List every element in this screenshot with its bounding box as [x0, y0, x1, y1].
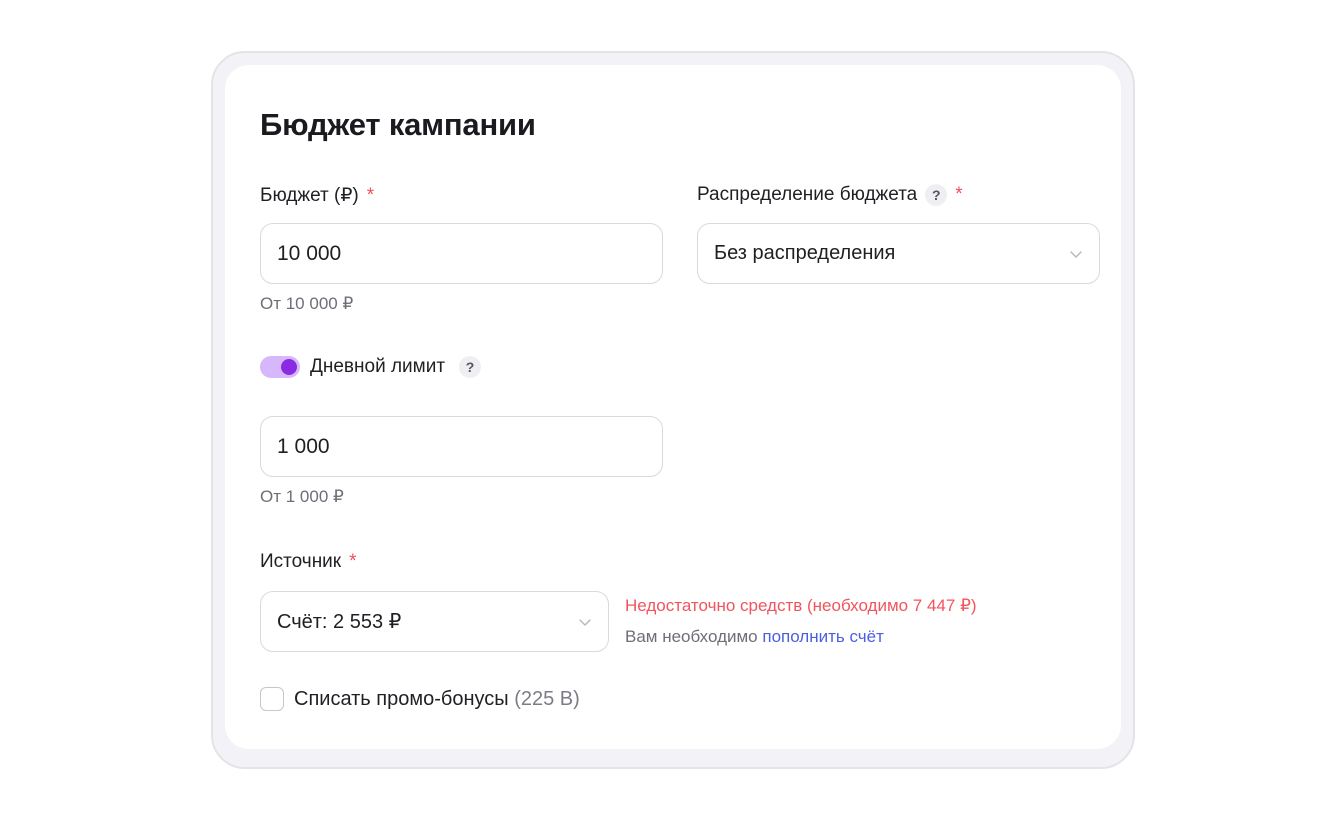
- daily-limit-row: Дневной лимит ?: [260, 356, 482, 378]
- daily-limit-input[interactable]: 1 000: [260, 416, 663, 477]
- question-icon[interactable]: ?: [459, 356, 482, 378]
- distribution-label: Распределение бюджета: [697, 184, 918, 205]
- daily-limit-hint: От 1 000 ₽: [260, 487, 344, 506]
- budget-card: Бюджет кампании Бюджет (₽) * 10 000 От 1…: [225, 65, 1121, 749]
- distribution-label-row: Распределение бюджета ? *: [697, 184, 963, 206]
- distribution-select[interactable]: Без распределения: [697, 223, 1100, 284]
- budget-card-frame: Бюджет кампании Бюджет (₽) * 10 000 От 1…: [211, 51, 1135, 769]
- budget-label: Бюджет (₽): [260, 185, 359, 206]
- daily-limit-toggle[interactable]: [260, 356, 300, 378]
- promo-row: Списать промо-бонусы (225 В): [260, 687, 580, 711]
- source-info-text: Вам необходимо: [625, 627, 758, 646]
- required-mark: *: [349, 551, 357, 572]
- source-selected: Счёт: 2 553 ₽: [277, 611, 402, 633]
- chevron-down-icon: [579, 618, 591, 626]
- promo-amount: (225 В): [514, 687, 580, 710]
- chevron-down-icon: [1070, 250, 1082, 258]
- required-mark: *: [366, 184, 375, 206]
- promo-label-wrap: Списать промо-бонусы (225 В): [294, 688, 580, 711]
- source-select[interactable]: Счёт: 2 553 ₽: [260, 591, 609, 652]
- source-info: Вам необходимо пополнить счёт: [625, 627, 884, 647]
- top-up-link[interactable]: пополнить счёт: [762, 627, 884, 646]
- toggle-knob: [281, 359, 297, 375]
- budget-label-row: Бюджет (₽) *: [260, 184, 374, 207]
- source-label: Источник: [260, 551, 342, 572]
- budget-hint: От 10 000 ₽: [260, 294, 354, 313]
- source-error: Недостаточно средств (необходимо 7 447 ₽…: [625, 596, 977, 615]
- promo-checkbox[interactable]: [260, 687, 284, 711]
- budget-input[interactable]: 10 000: [260, 223, 663, 284]
- distribution-selected: Без распределения: [714, 242, 896, 264]
- budget-input-value: 10 000: [277, 241, 342, 265]
- daily-limit-value: 1 000: [277, 434, 330, 458]
- daily-limit-label: Дневной лимит: [310, 356, 446, 377]
- promo-label: Списать промо-бонусы: [294, 687, 509, 710]
- section-title: Бюджет кампании: [260, 107, 536, 142]
- source-label-row: Источник *: [260, 551, 357, 573]
- required-mark: *: [955, 184, 963, 205]
- question-icon[interactable]: ?: [925, 184, 948, 206]
